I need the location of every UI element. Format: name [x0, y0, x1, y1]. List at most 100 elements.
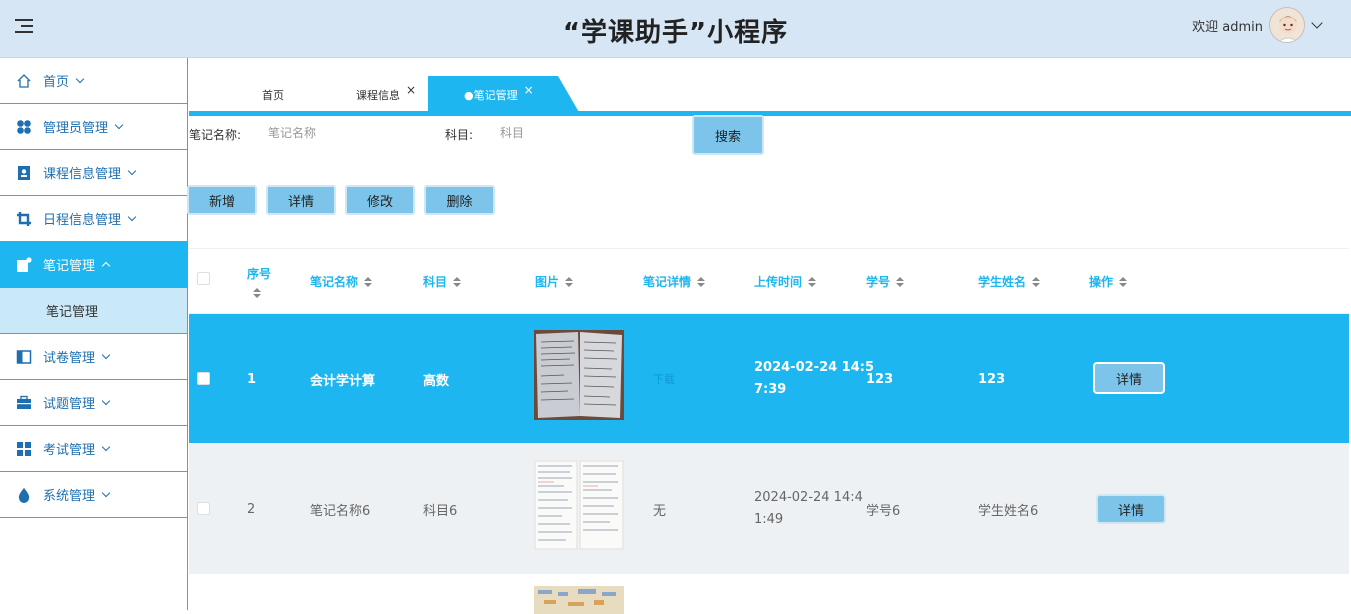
cell-index: 1 [247, 371, 257, 387]
sort-icon[interactable] [808, 276, 817, 287]
edit-button[interactable]: 修改 [345, 185, 415, 215]
welcome-text: 欢迎 admin [1192, 19, 1263, 35]
column-header-index[interactable]: 序号 [247, 249, 271, 314]
sort-icon[interactable] [1032, 276, 1041, 287]
chevron-down-icon [101, 488, 111, 497]
column-header-student-name[interactable]: 学生姓名 [978, 249, 1041, 314]
tab-course-info[interactable]: 课程信息 × [356, 76, 416, 114]
sidebar-item-questions[interactable]: 试题管理 [0, 380, 187, 426]
contact-book-icon [16, 165, 32, 181]
sort-icon[interactable] [697, 276, 706, 287]
user-menu[interactable]: 欢迎 admin [1192, 6, 1323, 44]
row-detail-button[interactable]: 详情 [1093, 362, 1165, 394]
column-header-label: 序号 [247, 267, 272, 281]
sidebar-item-label: 管理员管理 [43, 121, 109, 136]
column-header-image[interactable]: 图片 [535, 249, 574, 314]
column-header-upload-time[interactable]: 上传时间 [754, 249, 817, 314]
paper-icon [16, 349, 32, 365]
sidebar-subitem-notes[interactable]: 笔记管理 [0, 288, 187, 334]
note-name-input[interactable] [268, 120, 428, 146]
column-header-label: 科目 [423, 275, 448, 289]
sidebar-item-home[interactable]: 首页 [0, 58, 187, 104]
sort-icon[interactable] [364, 276, 373, 287]
tab-label: 课程信息 [356, 89, 400, 102]
tab-notes[interactable]: ●笔记管理 × [428, 76, 580, 114]
upload-time-line1: 2024-02-24 14:5 [754, 360, 875, 375]
delete-button[interactable]: 删除 [424, 185, 495, 215]
sidebar-item-label: 系统管理 [43, 489, 96, 504]
grid-icon [16, 441, 32, 457]
column-header-label: 学号 [866, 275, 891, 289]
select-all-checkbox[interactable] [197, 272, 210, 285]
home-icon [16, 73, 32, 89]
sidebar-item-label: 课程信息管理 [43, 167, 122, 182]
sidebar-item-system[interactable]: 系统管理 [0, 472, 187, 518]
column-header-student-no[interactable]: 学号 [866, 249, 905, 314]
column-header-label: 上传时间 [754, 275, 803, 289]
chevron-down-icon [101, 350, 111, 359]
sort-icon[interactable] [453, 276, 462, 287]
sort-icon[interactable] [253, 288, 261, 298]
column-header-subject[interactable]: 科目 [423, 249, 462, 314]
chevron-down-icon [127, 166, 137, 175]
top-header: “学课助手”小程序 欢迎 admin [0, 0, 1351, 58]
row-checkbox[interactable] [197, 372, 210, 385]
note-image-thumbnail[interactable] [534, 330, 624, 420]
close-icon[interactable]: × [406, 83, 416, 97]
sort-icon[interactable] [565, 276, 574, 287]
avatar[interactable] [1269, 7, 1305, 43]
chevron-down-icon[interactable] [1311, 17, 1323, 29]
app-title: “学课助手”小程序 [562, 18, 789, 48]
cell-upload-time: 2024-02-24 14:5 7:39 [754, 314, 874, 444]
row-detail-button[interactable]: 详情 [1096, 494, 1166, 524]
cell-upload-time: 2024-02-24 14:4 1:49 [754, 444, 863, 574]
column-header-actions[interactable]: 操作 [1089, 249, 1128, 314]
column-header-label: 操作 [1089, 275, 1114, 289]
table-row[interactable] [189, 574, 1349, 614]
sort-icon[interactable] [896, 276, 905, 287]
note-image-thumbnail[interactable] [534, 460, 624, 550]
sidebar: 首页 管理员管理 课程信息管理 日程信息管理 笔记管理 笔记管理 试卷管理 试题… [0, 58, 188, 610]
sidebar-item-notes[interactable]: 笔记管理 [0, 242, 187, 288]
column-header-note-detail[interactable]: 笔记详情 [643, 249, 706, 314]
column-header-label: 学生姓名 [978, 275, 1027, 289]
table-header: 序号 笔记名称 科目 图片 笔记详情 上传时间 学号 学生姓名 操作 [189, 249, 1349, 314]
chevron-down-icon [101, 442, 111, 451]
search-button[interactable]: 搜索 [692, 115, 764, 155]
column-header-label: 笔记详情 [643, 275, 692, 289]
sidebar-item-course[interactable]: 课程信息管理 [0, 150, 187, 196]
sidebar-item-admin[interactable]: 管理员管理 [0, 104, 187, 150]
sidebar-item-papers[interactable]: 试卷管理 [0, 334, 187, 380]
detail-button[interactable]: 详情 [266, 185, 336, 215]
tab-home[interactable]: 首页 [262, 76, 284, 114]
cell-subject: 高数 [423, 373, 450, 389]
note-name-label: 笔记名称: [189, 128, 242, 142]
sidebar-item-label: 试题管理 [43, 397, 96, 412]
sidebar-item-schedule[interactable]: 日程信息管理 [0, 196, 187, 242]
close-icon[interactable]: × [524, 83, 534, 97]
row-checkbox[interactable] [197, 502, 210, 515]
upload-time-line1: 2024-02-24 14:4 [754, 490, 863, 505]
cell-note-name: 会计学计算 [310, 373, 376, 389]
subject-label: 科目: [445, 128, 474, 142]
note-edit-icon [16, 256, 32, 273]
sort-icon[interactable] [1119, 276, 1128, 287]
briefcase-icon [16, 395, 32, 411]
subject-input[interactable] [500, 120, 670, 146]
tab-bar: 首页 课程信息 × ●笔记管理 × [189, 58, 1351, 114]
download-link[interactable]: 下载 [653, 371, 675, 387]
chevron-down-icon [101, 396, 111, 405]
add-button[interactable]: 新增 [187, 185, 257, 215]
upload-time-line2: 7:39 [754, 382, 787, 397]
cell-note-detail[interactable]: 下载 [653, 314, 675, 444]
cell-note-detail: 无 [653, 503, 667, 519]
crop-icon [16, 211, 32, 227]
table-row[interactable]: 2 笔记名称6 科目6 无 2024-02-24 14:4 1:49 学号6 学… [189, 444, 1349, 574]
cell-student-name: 学生姓名6 [978, 503, 1039, 519]
column-header-note-name[interactable]: 笔记名称 [310, 249, 373, 314]
sidebar-item-label: 日程信息管理 [43, 213, 122, 228]
table-row[interactable]: 1 会计学计算 高数 下载 2024-02-24 14:5 7:39 123 1… [189, 314, 1349, 444]
sidebar-item-label: 笔记管理 [43, 259, 96, 274]
sidebar-item-exams[interactable]: 考试管理 [0, 426, 187, 472]
sidebar-item-label: 首页 [43, 75, 70, 90]
